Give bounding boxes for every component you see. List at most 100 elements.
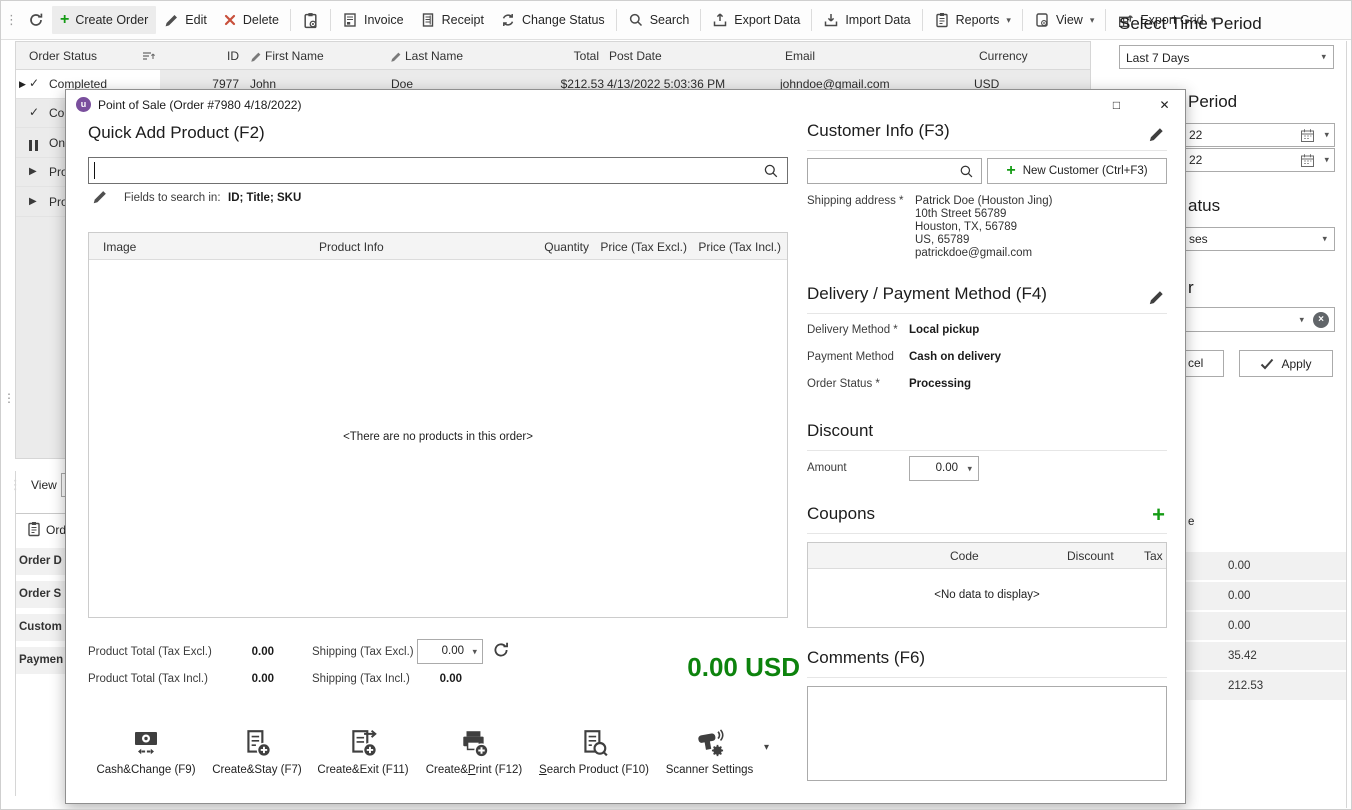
time-period-value: Last 7 Days	[1126, 51, 1189, 65]
shipping-excl-label: Shipping (Tax Excl.)	[312, 646, 414, 658]
fields-to-search-label: Fields to search in:	[124, 192, 221, 204]
change-status-button[interactable]: Change Status	[492, 6, 613, 34]
sort-ascending-icon[interactable]	[142, 51, 155, 62]
text-caret	[94, 162, 95, 179]
quick-add-search-input[interactable]	[88, 157, 788, 184]
shipping-amount-value: 0.00	[442, 645, 464, 657]
dialog-titlebar[interactable]: u Point of Sale (Order #7980 4/18/2022) …	[66, 90, 1185, 120]
chevron-down-icon: ▾	[1321, 51, 1326, 62]
sidebar-border	[1346, 41, 1347, 808]
new-customer-button[interactable]: + New Customer (Ctrl+F3)	[987, 158, 1167, 184]
toolbar-separator	[330, 9, 331, 31]
address-line: US, 65789	[915, 234, 1052, 247]
order-status-label: Order Status *	[807, 378, 880, 390]
scanner-settings-button[interactable]: Scanner Settings	[652, 728, 767, 763]
delete-button[interactable]: Delete	[215, 6, 287, 34]
product-total-excl-label: Product Total (Tax Excl.)	[88, 646, 212, 658]
time-period-select[interactable]: Last 7 Days ▾	[1119, 45, 1334, 69]
invoice-button[interactable]: Invoice	[334, 6, 412, 34]
export-data-button[interactable]: Export Data	[704, 6, 808, 34]
column-header-currency[interactable]: Currency	[979, 49, 1028, 63]
create-order-button[interactable]: + Create Order	[52, 6, 156, 34]
import-data-button[interactable]: Import Data	[815, 6, 918, 34]
column-header-first-name[interactable]: First Name	[265, 49, 324, 63]
close-button[interactable]: ✕	[1157, 98, 1172, 113]
customer-search-input[interactable]	[807, 158, 982, 184]
edit-customer-pencil-icon[interactable]	[1148, 126, 1165, 143]
edit-delivery-pencil-icon[interactable]	[1148, 289, 1165, 306]
pencil-icon[interactable]	[92, 189, 108, 205]
toolbar-grip-icon[interactable]: ⋮	[1, 12, 20, 28]
fields-to-search-value: ID; Title; SKU	[228, 192, 301, 204]
maximize-button[interactable]: □	[1109, 98, 1124, 113]
comments-section-header: Comments (F6)	[807, 648, 1167, 678]
search-product-button[interactable]: Search Product (F10)	[532, 728, 656, 763]
toolbar-separator	[922, 9, 923, 31]
refresh-shipping-icon[interactable]	[492, 641, 510, 659]
apply-button[interactable]: Apply	[1239, 350, 1333, 377]
chevron-down-icon: ▾	[1324, 154, 1329, 165]
edit-button[interactable]: Edit	[156, 6, 215, 34]
clear-filter-icon[interactable]: ×	[1313, 312, 1329, 328]
create-exit-button[interactable]: Create&Exit (F11)	[310, 728, 416, 763]
discount-heading: Discount	[807, 421, 873, 440]
empty-coupons-message: <No data to display>	[808, 589, 1166, 601]
add-coupon-button[interactable]: +	[1152, 502, 1165, 528]
column-header-total[interactable]: Total	[502, 49, 599, 63]
toolbar-separator	[616, 9, 617, 31]
create-stay-button[interactable]: Create&Stay (F7)	[202, 728, 312, 763]
column-header-last-name[interactable]: Last Name	[405, 49, 463, 63]
order-status-heading-fragment: atus	[1188, 196, 1220, 216]
splitter-grip-icon[interactable]: ⋮	[3, 391, 13, 405]
coupons-table-header: Code Discount Tax	[808, 543, 1166, 569]
column-header-id[interactable]: ID	[189, 49, 239, 63]
amount-label: Amount	[807, 462, 847, 474]
plus-icon: +	[1006, 162, 1015, 180]
products-table-header: Image Product Info Quantity Price (Tax E…	[89, 233, 787, 260]
customer-info-heading: Customer Info (F3)	[807, 121, 950, 140]
comments-textarea[interactable]	[807, 686, 1167, 781]
import-icon	[823, 12, 839, 28]
calendar-icon	[1300, 128, 1315, 143]
column-header-email[interactable]: Email	[785, 49, 815, 63]
column-header-discount[interactable]: Discount	[1067, 549, 1114, 563]
column-header-tax[interactable]: Tax	[1144, 549, 1163, 563]
column-header-price-incl[interactable]: Price (Tax Incl.)	[698, 240, 781, 254]
column-header-quantity[interactable]: Quantity	[544, 240, 589, 254]
chevron-down-icon: ▾	[1324, 129, 1329, 140]
cancel-label-fragment: cel	[1188, 356, 1203, 370]
column-header-order-status[interactable]: Order Status	[29, 49, 97, 63]
app-logo-icon: u	[76, 97, 91, 112]
reports-button[interactable]: Reports▾	[926, 6, 1019, 34]
search-icon	[763, 163, 779, 179]
discount-section-header: Discount	[807, 421, 1167, 451]
column-header-price-excl[interactable]: Price (Tax Excl.)	[600, 240, 687, 254]
coupons-section-header: Coupons +	[807, 504, 1167, 534]
more-actions-chevron-icon[interactable]: ▾	[764, 742, 769, 753]
view-button[interactable]: View▾	[1026, 6, 1102, 34]
change-status-icon	[500, 12, 516, 28]
toolbar-separator	[1022, 9, 1023, 31]
receipt-button[interactable]: Receipt	[412, 6, 492, 34]
products-table: Image Product Info Quantity Price (Tax E…	[88, 232, 788, 618]
shipping-amount-field[interactable]: 0.00 ▾	[417, 639, 483, 664]
order-status-value-fragment: ses	[1189, 232, 1208, 246]
column-header-image[interactable]: Image	[103, 240, 136, 254]
clipboard-icon	[26, 521, 42, 537]
date-to-value-fragment: 22	[1189, 153, 1202, 167]
column-header-code[interactable]: Code	[950, 549, 979, 563]
coupons-heading: Coupons	[807, 504, 875, 523]
preview-button[interactable]	[294, 6, 327, 34]
create-print-button[interactable]: Create&Print (F12)	[418, 728, 530, 763]
refresh-button[interactable]	[20, 6, 52, 34]
column-header-product-info[interactable]: Product Info	[319, 240, 384, 254]
cash-change-button[interactable]: Cash&Change (F9)	[86, 728, 206, 763]
payment-method-label: Payment Method	[807, 351, 894, 363]
date-from-value-fragment: 22	[1189, 128, 1202, 142]
search-button[interactable]: Search	[620, 6, 698, 34]
column-header-post-date[interactable]: Post Date	[609, 49, 662, 63]
view-icon	[1034, 12, 1050, 28]
shipping-address-label: Shipping address *	[807, 195, 904, 207]
cash-change-icon	[131, 728, 161, 758]
discount-amount-field[interactable]: 0.00 ▾	[909, 456, 979, 481]
